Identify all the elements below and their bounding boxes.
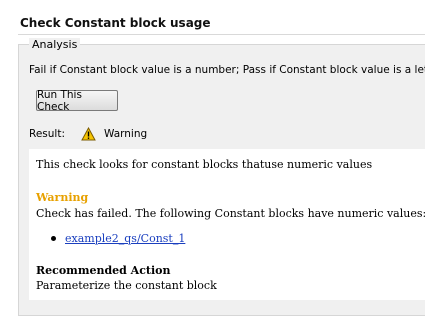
recommended-action-heading: Recommended Action	[36, 264, 171, 277]
run-check-button[interactable]: Run This Check	[36, 88, 118, 113]
analysis-group-label: Analysis	[29, 38, 81, 51]
check-title: Check Constant block usage	[20, 16, 211, 30]
report-pane: This check looks for constant blocks tha…	[29, 149, 425, 300]
result-status: Warning	[103, 128, 148, 140]
warning-heading: Warning	[36, 191, 89, 204]
recommended-action-text: Parameterize the constant block	[36, 279, 217, 292]
list-item: example2_qs/Const_1	[51, 232, 185, 245]
result-row: Result: Warning	[29, 127, 147, 141]
block-link[interactable]: example2_qs/Const_1	[65, 232, 185, 245]
result-label: Result:	[29, 128, 65, 140]
bullet	[51, 236, 56, 241]
warning-message: Check has failed. The following Constant…	[36, 207, 425, 220]
run-check-button-label: Run This Check	[37, 88, 82, 113]
warning-icon	[81, 127, 96, 141]
report-intro: This check looks for constant blocks tha…	[36, 158, 373, 171]
failing-blocks-list: example2_qs/Const_1	[51, 232, 185, 245]
check-description: Fail if Constant block value is a number…	[29, 64, 425, 76]
header-divider	[18, 34, 425, 35]
